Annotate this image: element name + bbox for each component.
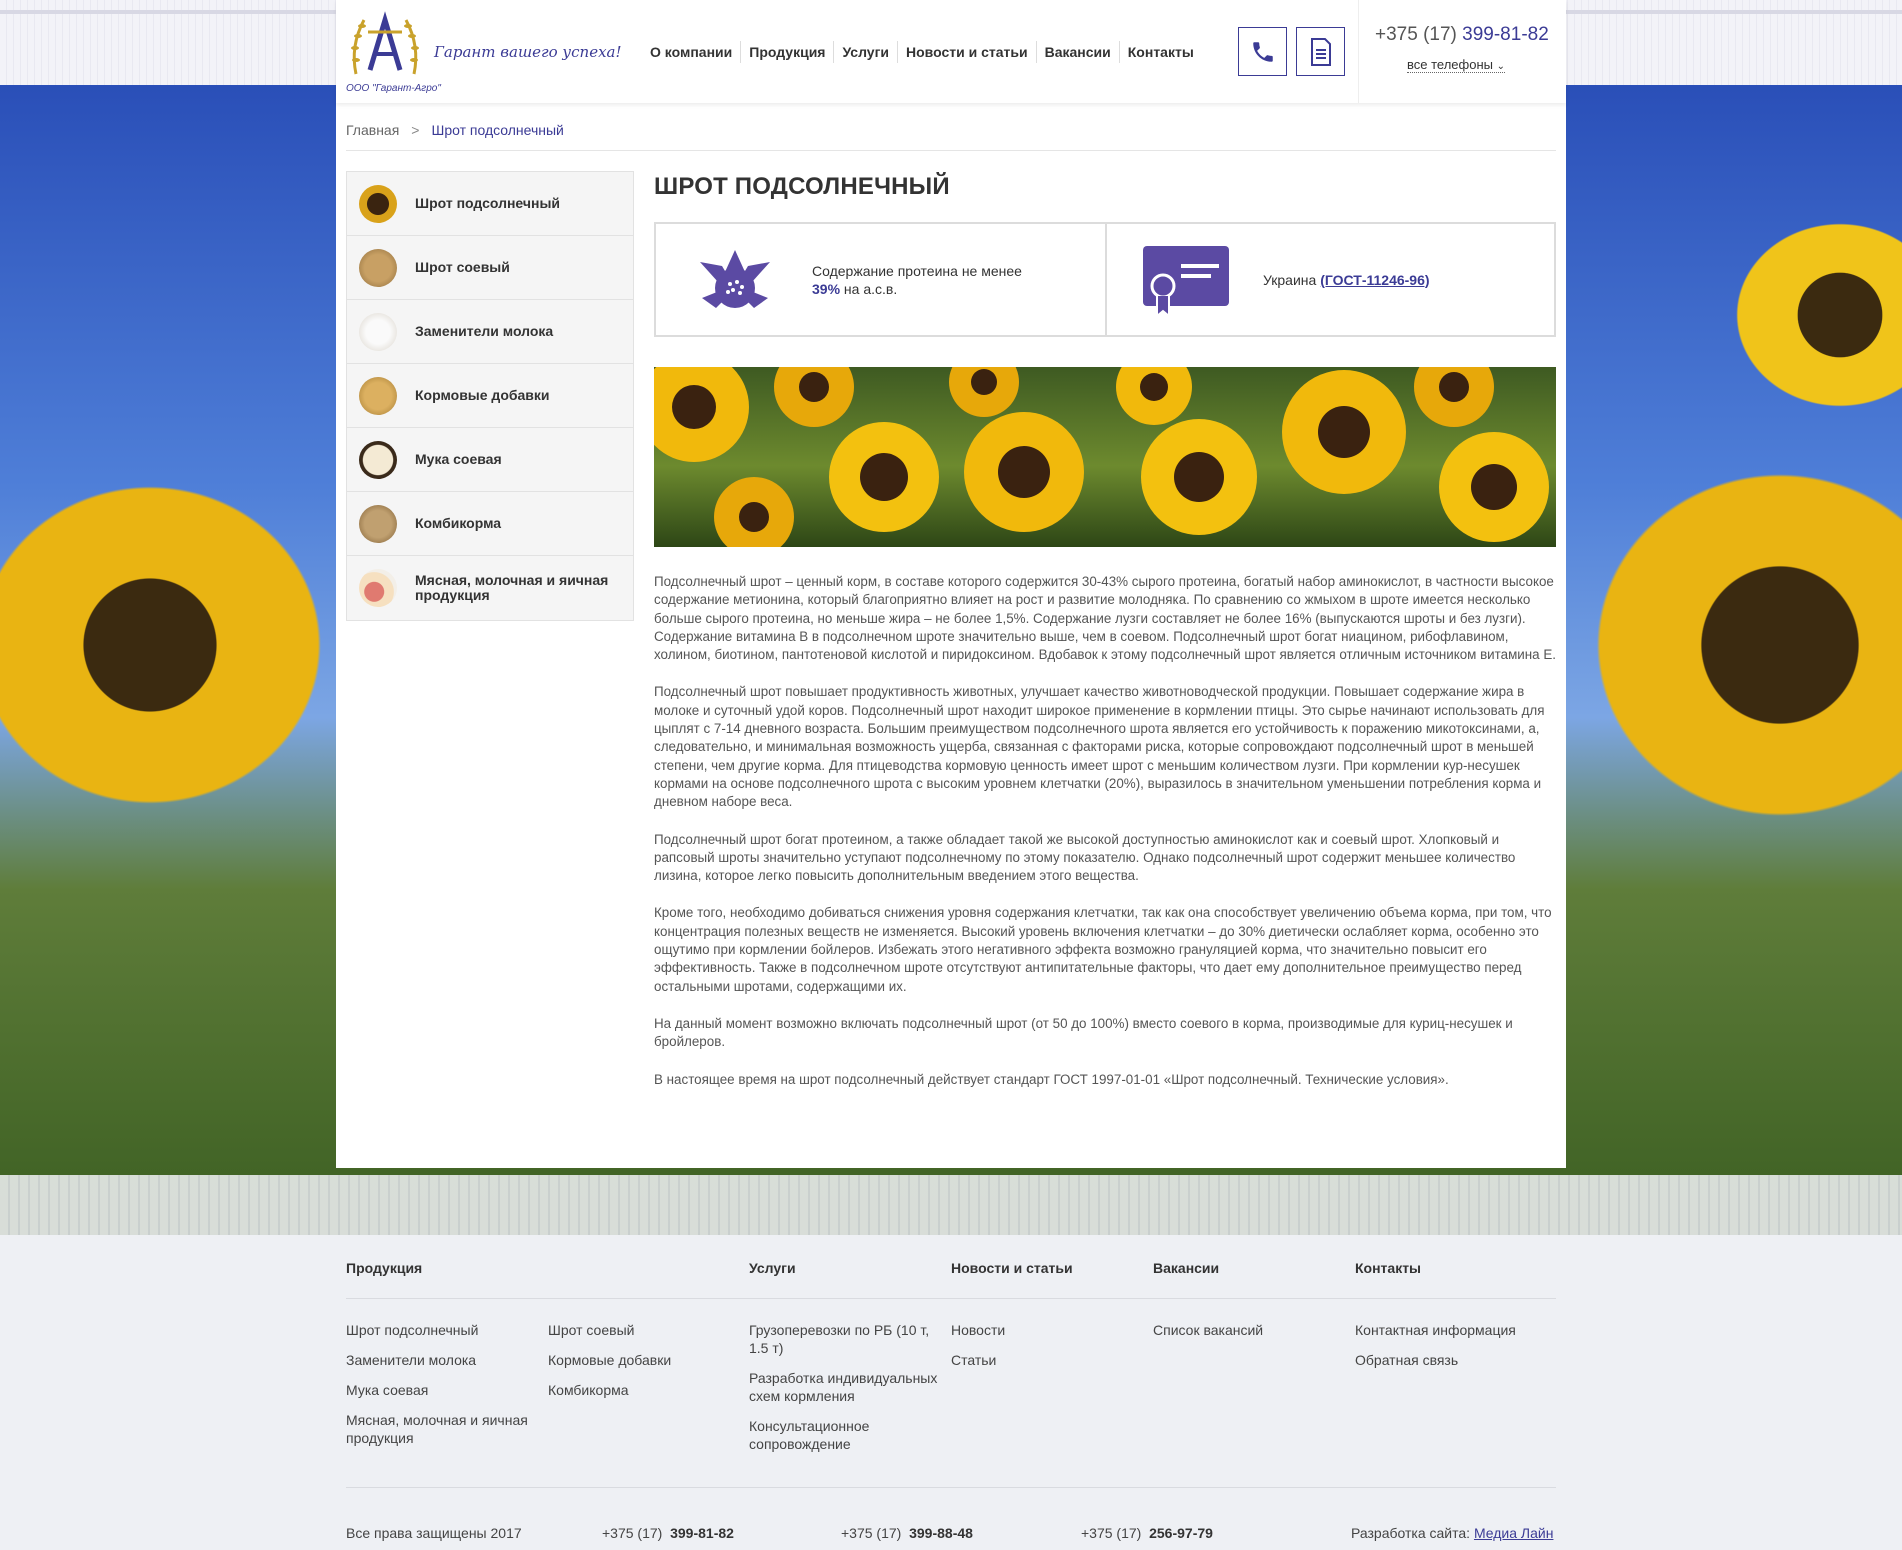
feature-standard-text: Украина (ГОСТ-11246-96)	[1263, 271, 1430, 288]
footer-link-feed-additives[interactable]: Кормовые добавки	[548, 1351, 671, 1369]
feature-protein: Содержание протеина не менее 39% на а.с.…	[656, 224, 1105, 335]
developer-credit: Разработка сайта: Медиа Лайн	[1351, 1525, 1554, 1541]
footer-heading-vacancies: Вакансии	[1153, 1260, 1220, 1276]
phone-icon	[1252, 41, 1273, 62]
footer-link-meat-dairy[interactable]: Мясная, молочная и яичная продукция	[346, 1411, 546, 1447]
sidebar-item-meat-dairy-eggs[interactable]: Мясная, молочная и яичная продукция	[347, 556, 633, 620]
footer-heading-news: Новости и статьи	[951, 1260, 1073, 1276]
footer-link-milk-replacers[interactable]: Заменители молока	[346, 1351, 476, 1369]
sidebar-item-label: Кормовые добавки	[415, 387, 550, 403]
footer-link-sunflower-meal[interactable]: Шрот подсолнечный	[346, 1321, 478, 1339]
footer-link-contact-info[interactable]: Контактная информация	[1355, 1321, 1516, 1339]
footer-link-feedback[interactable]: Обратная связь	[1355, 1351, 1458, 1369]
footer-link-compound-feed[interactable]: Комбикорма	[548, 1381, 629, 1399]
article-paragraph: Кроме того, необходимо добиваться снижен…	[654, 905, 1552, 994]
footer-phone[interactable]: +375 (17) 399-88-48	[841, 1525, 973, 1541]
product-features: Содержание протеина не менее 39% на а.с.…	[654, 222, 1556, 337]
article-paragraph: Подсолнечный шрот повышает продуктивност…	[654, 684, 1545, 810]
sidebar-item-label: Шрот соевый	[415, 259, 510, 275]
footer-heading-products: Продукция	[346, 1260, 423, 1276]
main-nav: О компании Продукция Услуги Новости и ст…	[642, 41, 1202, 63]
sidebar-item-label: Мука соевая	[415, 451, 502, 467]
breadcrumb-current: Шрот подсолнечный	[431, 122, 564, 138]
footer-link-soy-meal[interactable]: Шрот соевый	[548, 1321, 634, 1339]
flower-icon	[700, 249, 770, 308]
footer-link-vacancy-list[interactable]: Список вакансий	[1153, 1321, 1263, 1339]
footer-phone[interactable]: +375 (17) 256-97-79	[1081, 1525, 1213, 1541]
page-container: Гарант вашего успеха! ООО "Гарант-Агро" …	[336, 0, 1566, 1168]
footer-divider	[346, 1298, 1556, 1299]
sidebar-item-compound-feed[interactable]: Комбикорма	[347, 492, 633, 556]
nav-news[interactable]: Новости и статьи	[897, 41, 1036, 63]
header-phone-block: +375 (17) 399-81-82 все телефоны ⌄	[1358, 0, 1566, 103]
nav-contacts[interactable]: Контакты	[1118, 41, 1202, 63]
sidebar-item-milk-replacers[interactable]: Заменители молока	[347, 300, 633, 364]
sidebar-item-label: Мясная, молочная и яичная продукция	[415, 572, 609, 603]
certificate-icon	[1143, 245, 1229, 318]
gost-link[interactable]: (ГОСТ-11246-96)	[1320, 272, 1429, 288]
divider	[346, 150, 1556, 151]
footer-link-feeding-schemes[interactable]: Разработка индивидуальных схем кормления	[749, 1369, 949, 1405]
protein-value: 39%	[812, 280, 841, 297]
feature-standard: Украина (ГОСТ-11246-96)	[1105, 224, 1554, 335]
nav-vacancies[interactable]: Вакансии	[1035, 41, 1119, 63]
developer-link[interactable]: Медиа Лайн	[1474, 1525, 1554, 1541]
footer-link-news[interactable]: Новости	[951, 1321, 1005, 1339]
product-sidebar: Шрот подсолнечный Шрот соевый Заменители…	[346, 171, 634, 621]
compound-feed-thumb-icon	[359, 504, 397, 543]
header-phone[interactable]: +375 (17) 399-81-82	[1375, 24, 1549, 46]
logo-emblem-icon	[351, 11, 419, 75]
article-content: Подсолнечный шрот – ценный корм, в соста…	[654, 573, 1556, 1108]
sidebar-item-sunflower-meal[interactable]: Шрот подсолнечный	[347, 172, 633, 236]
all-phones-toggle[interactable]: все телефоны ⌄	[1407, 57, 1505, 73]
sunflower-thumb-icon	[359, 184, 397, 223]
document-icon	[1310, 37, 1331, 66]
breadcrumb-home[interactable]: Главная	[346, 122, 399, 138]
sidebar-item-soy-meal[interactable]: Шрот соевый	[347, 236, 633, 300]
article-paragraph: Подсолнечный шрот – ценный корм, в соста…	[654, 574, 1556, 663]
footer-link-consulting[interactable]: Консультационное сопровождение	[749, 1417, 909, 1453]
sidebar-item-label: Комбикорма	[415, 515, 502, 531]
sunflower-banner-image	[654, 367, 1556, 547]
footer-link-soy-flour[interactable]: Мука соевая	[346, 1381, 428, 1399]
feed-additive-thumb-icon	[359, 376, 397, 415]
logo[interactable]: Гарант вашего успеха! ООО "Гарант-Агро"	[346, 10, 622, 100]
footer-phone[interactable]: +375 (17) 399-81-82	[602, 1525, 734, 1541]
meat-dairy-thumb-icon	[359, 569, 397, 607]
article-paragraph: В настоящее время на шрот подсолнечный д…	[654, 1071, 1449, 1087]
callback-button[interactable]	[1238, 27, 1287, 76]
footer-link-transport[interactable]: Грузоперевозки по РБ (10 т, 1.5 т)	[749, 1321, 949, 1357]
article-paragraph: Подсолнечный шрот богат протеином, а так…	[654, 831, 1516, 884]
sidebar-item-feed-additives[interactable]: Кормовые добавки	[347, 364, 633, 428]
copyright: Все права защищены 2017	[346, 1525, 522, 1541]
footer-heading-contacts: Контакты	[1355, 1260, 1422, 1276]
feature-protein-text: Содержание протеина не менее 39% на а.с.…	[812, 262, 1022, 297]
footer-link-articles[interactable]: Статьи	[951, 1351, 996, 1369]
footer-divider	[346, 1487, 1556, 1488]
site-footer: Продукция Услуги Новости и статьи Ваканс…	[0, 1235, 1902, 1550]
article-paragraph: На данный момент возможно включать подсо…	[654, 1015, 1513, 1050]
logo-company-name: ООО "Гарант-Агро"	[346, 83, 441, 94]
sidebar-item-label: Шрот подсолнечный	[415, 195, 561, 211]
site-header: Гарант вашего успеха! ООО "Гарант-Агро" …	[336, 0, 1566, 103]
logo-slogan: Гарант вашего успеха!	[434, 43, 622, 61]
sidebar-item-soy-flour[interactable]: Мука соевая	[347, 428, 633, 492]
nav-about[interactable]: О компании	[642, 41, 740, 63]
page-title: ШРОТ ПОДСОЛНЕЧНЫЙ	[654, 173, 950, 200]
nav-services[interactable]: Услуги	[833, 41, 897, 63]
soy-meal-thumb-icon	[359, 248, 397, 287]
milk-replacer-thumb-icon	[359, 312, 397, 351]
soy-flour-thumb-icon	[359, 440, 397, 479]
breadcrumb: Главная > Шрот подсолнечный	[346, 122, 564, 138]
breadcrumb-separator: >	[411, 122, 420, 138]
footer-heading-services: Услуги	[749, 1260, 796, 1276]
request-button[interactable]	[1296, 27, 1345, 76]
nav-products[interactable]: Продукция	[740, 41, 833, 63]
sidebar-item-label: Заменители молока	[415, 323, 554, 339]
chevron-down-icon: ⌄	[1496, 61, 1505, 72]
